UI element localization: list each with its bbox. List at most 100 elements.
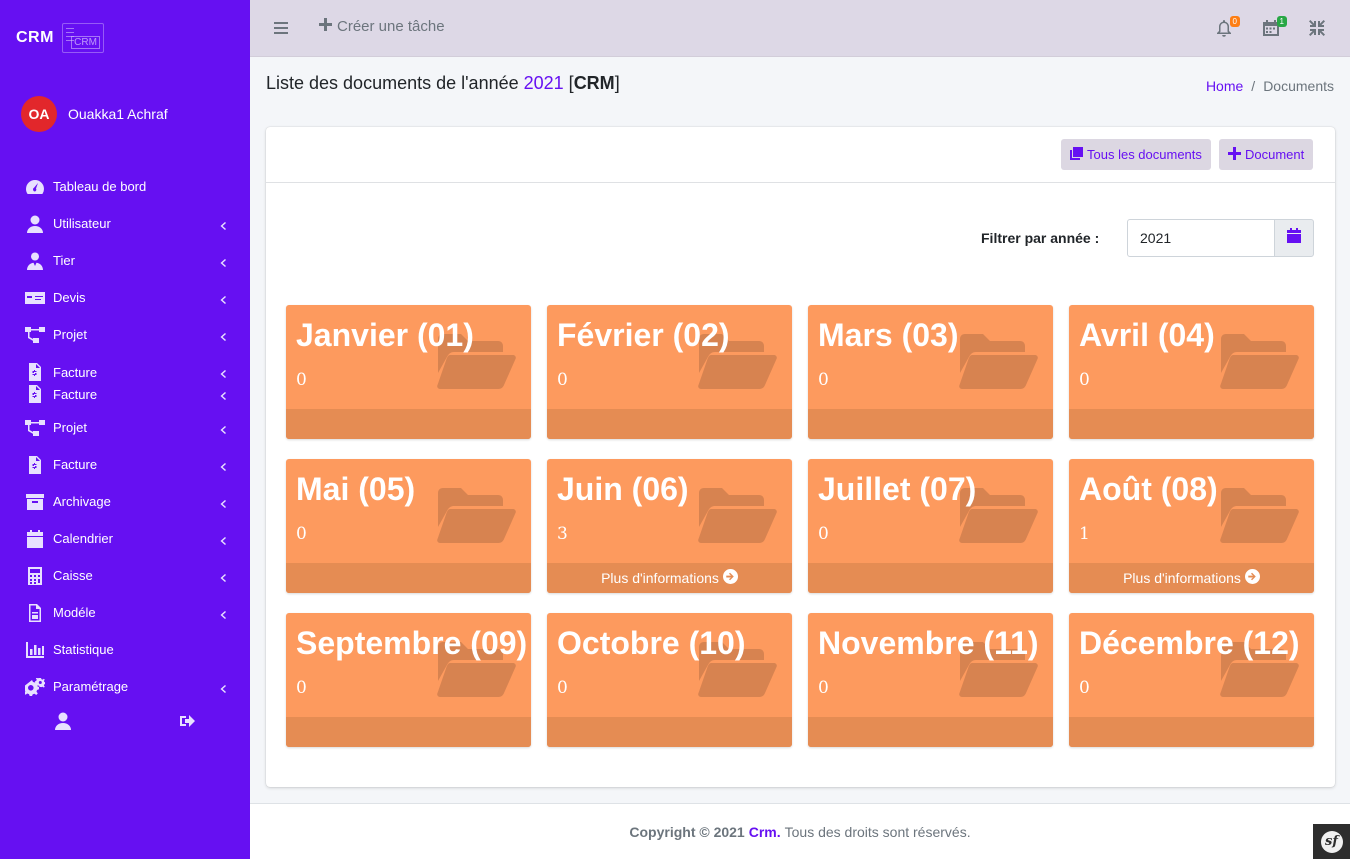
profile-button[interactable] [0, 712, 125, 735]
chevron-left-icon [218, 497, 228, 508]
month-document-count: 0 [818, 524, 829, 544]
sidebar-item-modele[interactable]: Modéle [0, 594, 250, 631]
sidebar-item-label: Archivage [53, 494, 111, 509]
user-name: Ouakka1 Achraf [68, 106, 168, 122]
sidebar-item-parametrage[interactable]: Paramétrage [0, 668, 250, 705]
month-document-count: 0 [818, 678, 829, 698]
month-name: Août (08) [1079, 471, 1218, 507]
sidebar-item-label: Utilisateur [53, 216, 111, 231]
month-document-count: 0 [818, 370, 829, 390]
sidebar-item-label: Devis [53, 290, 86, 305]
chart-bar-icon [24, 641, 46, 659]
sidebar-item-tier[interactable]: Tier [0, 242, 250, 279]
month-document-count: 0 [296, 678, 307, 698]
sidebar-item-facture[interactable]: Facture [0, 446, 250, 483]
notifications-badge: 0 [1229, 16, 1240, 27]
sidebar-item-label: Facture [53, 386, 98, 402]
calendar-button[interactable]: 1 [1262, 16, 1287, 37]
sidebar-item-facture[interactable]: Facture [0, 361, 250, 383]
month-name: Juin (06) [557, 471, 689, 507]
month-tile: Mars (03) 0 [808, 305, 1053, 439]
sidebar-item-calendrier[interactable]: Calendrier [0, 520, 250, 557]
sidebar-item-utilisateur[interactable]: Utilisateur [0, 205, 250, 242]
invoice-icon [24, 455, 46, 474]
sidebar-item-statistique[interactable]: Statistique [0, 631, 250, 668]
sidebar-item-label: Calendrier [53, 531, 113, 546]
more-info-label: Plus d'informations [601, 570, 719, 586]
cogs-icon [24, 677, 46, 696]
copy-icon [1070, 146, 1087, 163]
chevron-left-icon [218, 423, 228, 434]
sidebar-item-projet[interactable]: Projet [0, 316, 250, 353]
breadcrumb-current: Documents [1263, 78, 1334, 94]
month-tile: Janvier (01) 0 [286, 305, 531, 439]
chevron-left-icon [218, 460, 228, 471]
sidebar-item-projet[interactable]: Projet [0, 409, 250, 446]
symfony-toolbar-toggle[interactable]: sf [1313, 824, 1350, 859]
month-document-count: 0 [1079, 370, 1090, 390]
folder-open-icon [436, 487, 516, 543]
month-tile: Juin (06) 3 Plus d'informations [547, 459, 792, 593]
month-more-info-link [808, 717, 1053, 747]
month-document-count: 0 [1079, 678, 1090, 698]
month-document-count: 0 [296, 370, 307, 390]
chevron-left-icon [218, 367, 228, 378]
month-more-info-link[interactable]: Plus d'informations [1069, 563, 1314, 593]
month-name: Mars (03) [818, 317, 959, 353]
sidebar-item-facture[interactable]: Facture [0, 383, 250, 405]
sidebar-item-label: Tier [53, 253, 75, 268]
user-panel[interactable]: OA Ouakka1 Achraf [21, 96, 168, 132]
arrow-circle-right-icon [719, 569, 738, 587]
month-more-info-link [547, 409, 792, 439]
logout-button[interactable] [125, 712, 250, 735]
chevron-left-icon [218, 608, 228, 619]
add-document-button[interactable]: Document [1219, 139, 1314, 170]
sidebar-item-caisse[interactable]: Caisse [0, 557, 250, 594]
sidebar-nav: Tableau de bord Utilisateur Tier Devis P… [0, 168, 250, 705]
breadcrumb-home-link[interactable]: Home [1206, 78, 1243, 94]
archive-icon [24, 493, 46, 511]
sidebar-footer [0, 712, 250, 735]
menu-toggle-button[interactable] [274, 21, 288, 35]
notifications-button[interactable]: 0 [1215, 16, 1240, 37]
sidebar-item-label: Facture [53, 364, 98, 380]
more-info-label: Plus d'informations [1123, 570, 1241, 586]
compress-icon [1308, 20, 1326, 41]
month-tile: Mai (05) 0 [286, 459, 531, 593]
calendar-icon [1287, 228, 1301, 248]
month-tile: Septembre (09) 0 [286, 613, 531, 747]
folder-open-icon [958, 333, 1038, 389]
card-header: Tous les documents Document [266, 127, 1335, 183]
sidebar-item-archivage[interactable]: Archivage [0, 483, 250, 520]
create-task-link[interactable]: Créer une tâche [319, 18, 445, 35]
fullscreen-toggle-button[interactable] [1308, 19, 1326, 37]
plus-icon [1228, 146, 1245, 163]
file-template-icon [24, 603, 46, 622]
page-footer: Copyright © 2021 Crm. Tous des droits so… [250, 803, 1350, 859]
plus-icon [319, 18, 337, 35]
bell-icon [1215, 20, 1233, 41]
month-more-info-link[interactable]: Plus d'informations [547, 563, 792, 593]
month-tile: Novembre (11) 0 [808, 613, 1053, 747]
all-documents-label: Tous les documents [1087, 147, 1202, 162]
month-name: Décembre (12) [1079, 625, 1300, 661]
symfony-logo-icon: sf [1320, 830, 1343, 853]
all-documents-button[interactable]: Tous les documents [1061, 139, 1211, 170]
sidebar-item-dashboard[interactable]: Tableau de bord [0, 168, 250, 205]
month-document-count: 1 [1079, 524, 1090, 544]
month-name: Avril (04) [1079, 317, 1215, 353]
brand-link[interactable]: CRM CRM [0, 0, 250, 75]
documents-card: Tous les documents Document Filtrer par … [266, 127, 1335, 787]
month-more-info-link [286, 409, 531, 439]
invoice-icon [24, 385, 46, 403]
month-name: Novembre (11) [818, 625, 1039, 661]
sidebar-item-devis[interactable]: Devis [0, 279, 250, 316]
year-filter-input[interactable]: 2021 [1127, 219, 1275, 257]
page-title-module: CRM [573, 73, 615, 93]
sidebar-item-label: Facture [53, 457, 98, 472]
footer-brand-link[interactable]: Crm. [749, 824, 781, 840]
year-picker-button[interactable] [1274, 219, 1314, 257]
calendar-icon [1262, 20, 1280, 41]
page-title-prefix: Liste des documents de l'année [266, 73, 519, 93]
footer-rights: Tous des droits sont réservés. [784, 823, 971, 840]
